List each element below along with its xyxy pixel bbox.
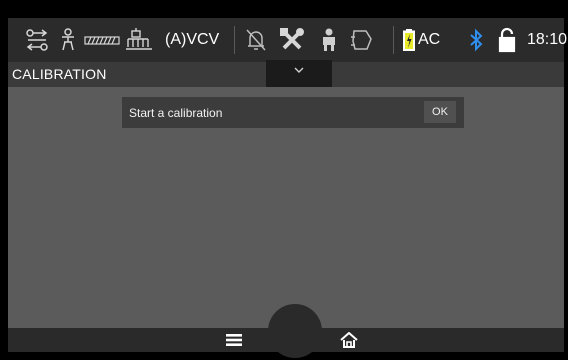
alarm-silenced-icon xyxy=(244,25,268,55)
stand-icon xyxy=(124,25,154,55)
bluetooth-icon[interactable] xyxy=(468,25,484,55)
battery-icon xyxy=(403,25,415,55)
nav-center-bump xyxy=(268,304,322,358)
calibration-prompt: Start a calibration OK xyxy=(122,97,464,128)
status-divider xyxy=(234,26,235,54)
prompt-message: Start a calibration xyxy=(129,106,223,120)
tools-icon[interactable] xyxy=(279,25,305,55)
bottom-nav xyxy=(8,304,564,358)
gas-supply-icon xyxy=(24,25,50,55)
header: CALIBRATION xyxy=(8,60,564,87)
status-divider xyxy=(393,26,394,54)
patient-icon xyxy=(58,25,78,55)
home-icon[interactable] xyxy=(339,331,359,349)
pressure-bar-icon xyxy=(84,25,120,55)
dropdown-tab[interactable] xyxy=(266,60,332,87)
ventilation-mode: (A)VCV xyxy=(165,31,220,48)
status-bar: (A)VCV AC 18:10 xyxy=(8,18,568,62)
ok-button[interactable]: OK xyxy=(424,101,456,123)
clock: 18:10 xyxy=(527,31,568,48)
power-source: AC xyxy=(418,31,441,48)
screen: (A)VCV AC 18:10 CALIBRATION Start a cali… xyxy=(0,0,568,360)
operator-icon xyxy=(319,25,339,55)
mask-icon xyxy=(349,25,375,55)
main-content: Start a calibration OK xyxy=(8,87,564,328)
chevron-down-icon xyxy=(294,67,304,73)
menu-icon[interactable] xyxy=(224,331,244,349)
page-title: CALIBRATION xyxy=(12,66,107,82)
unlocked-icon[interactable] xyxy=(498,25,516,55)
